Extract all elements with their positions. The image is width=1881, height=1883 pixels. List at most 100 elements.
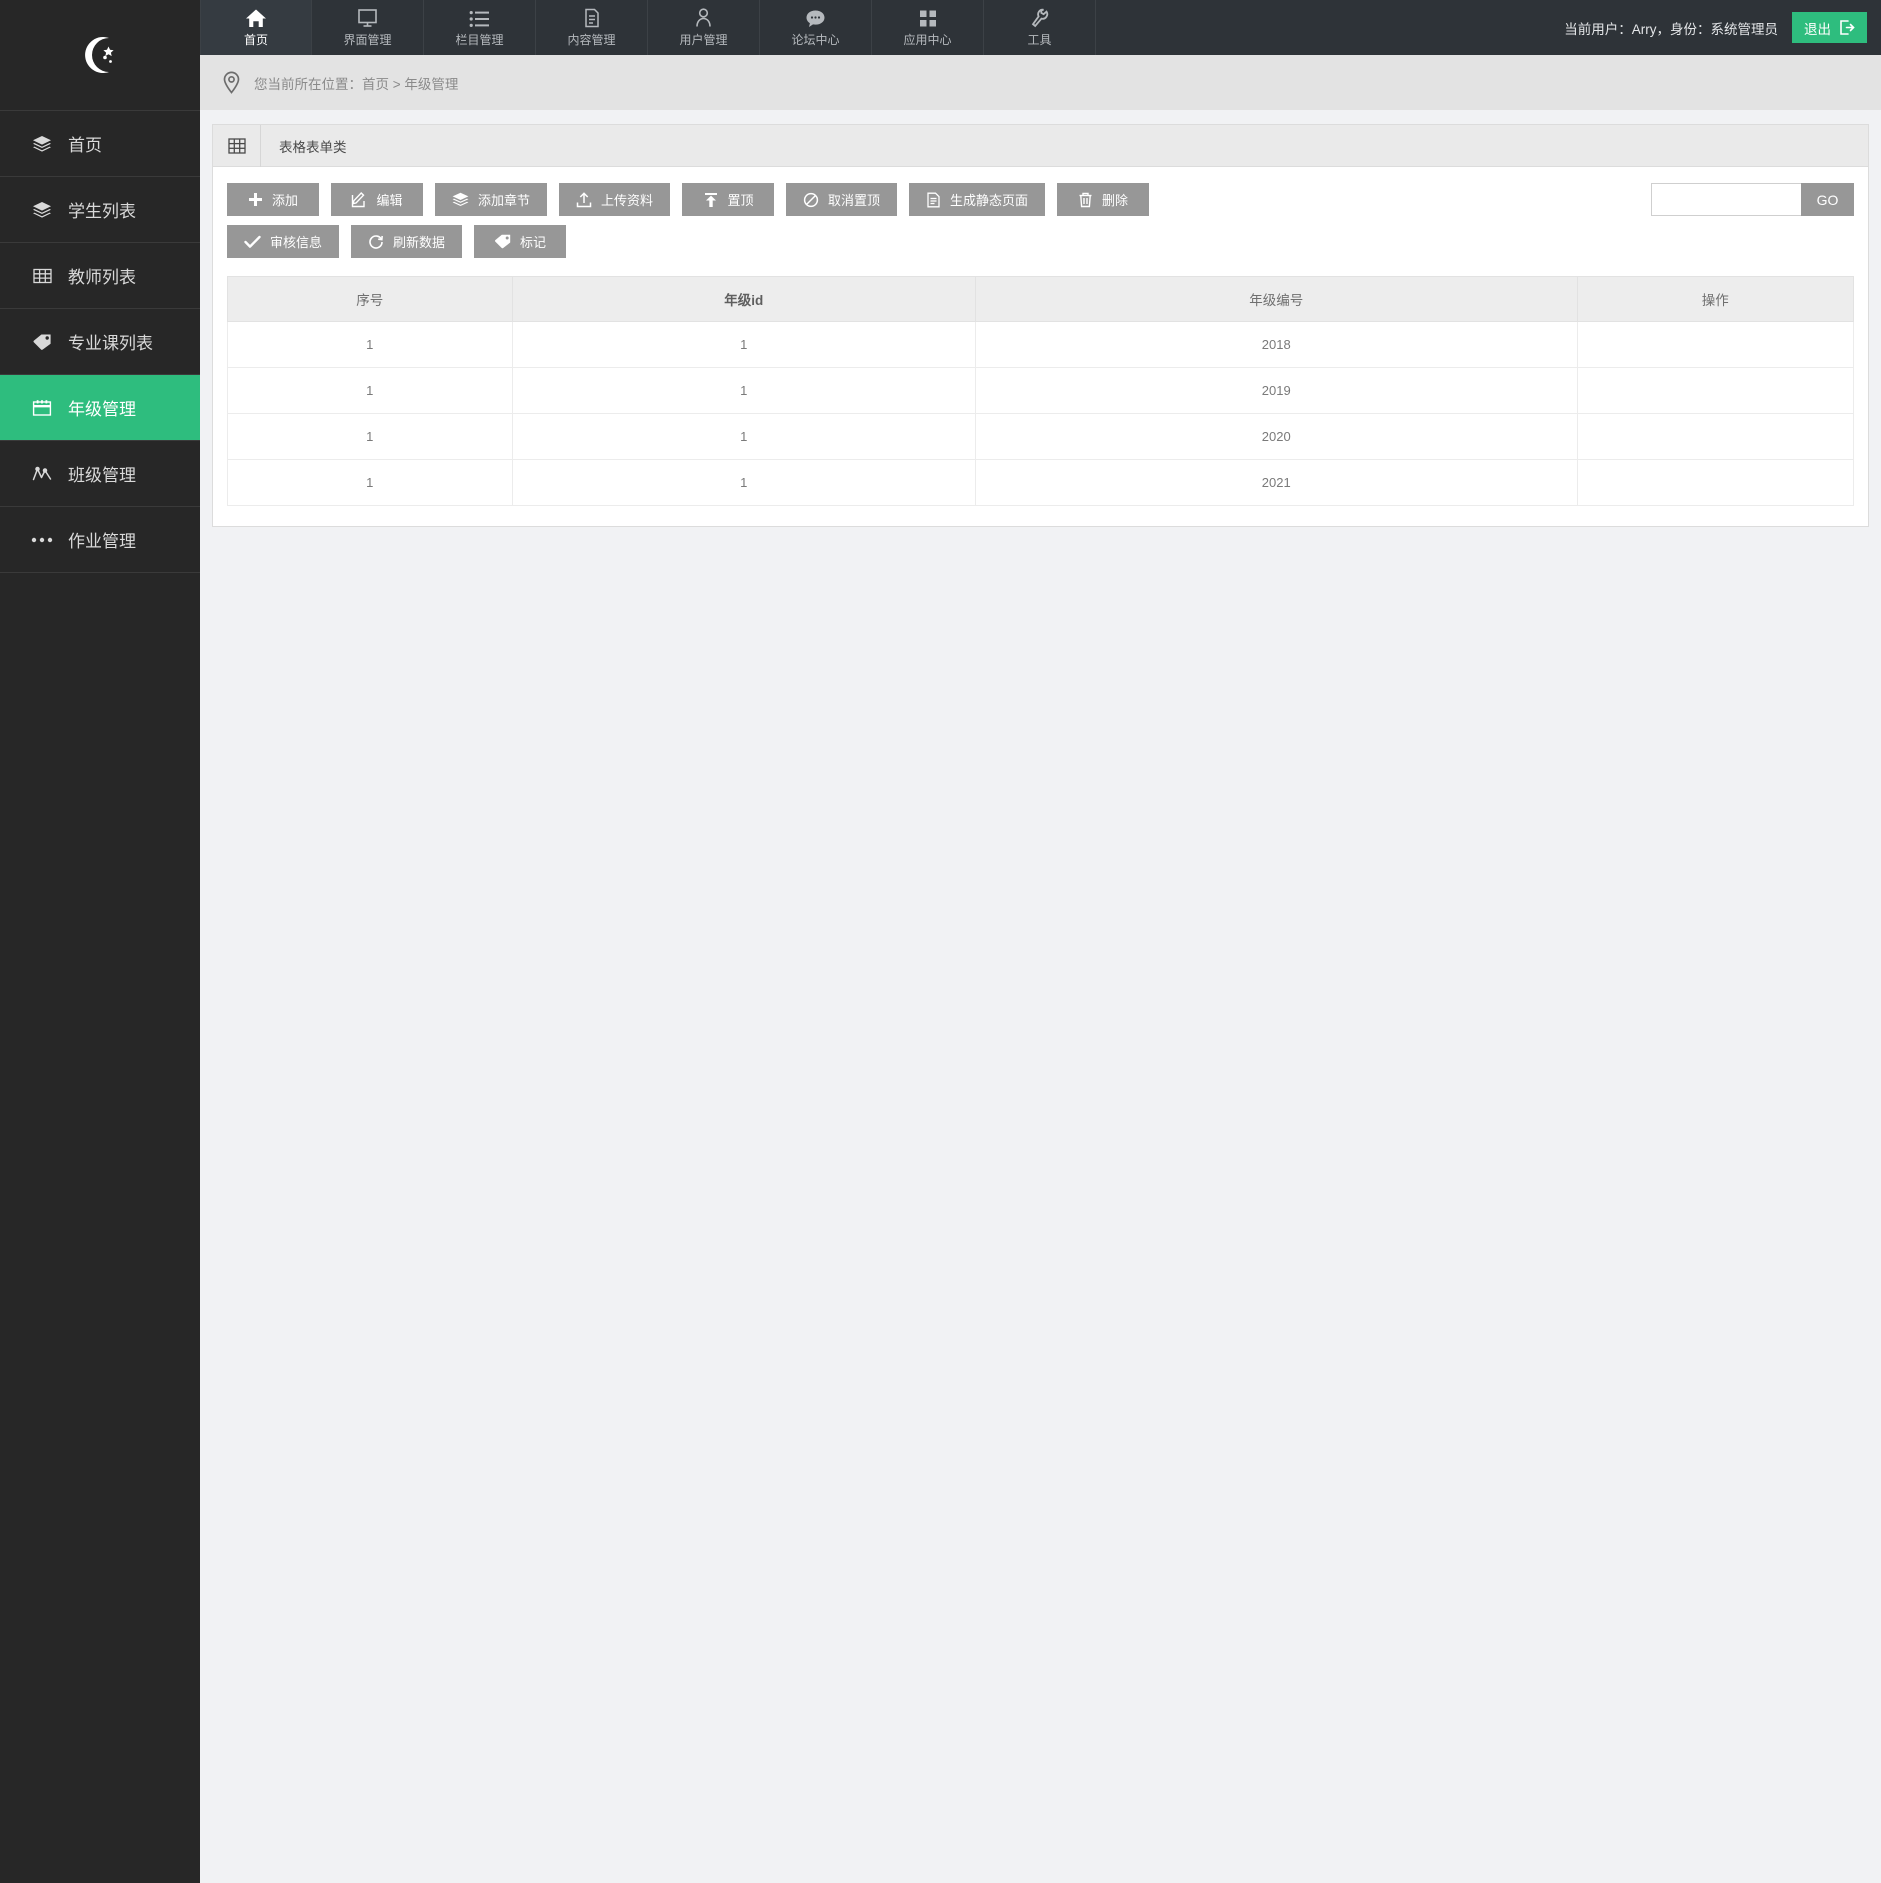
cell-seq: 1: [227, 459, 513, 506]
admin-page: 首页 学生列表 教师列表 专业课列表 年级管理 班级管理 作业管理 首页 界面管…: [0, 0, 1881, 1883]
top-tab-interface-management[interactable]: 界面管理: [312, 0, 424, 55]
delete-button[interactable]: 删除: [1057, 183, 1150, 216]
add-chapter-button-label: 添加章节: [478, 193, 531, 208]
sidebar-item-label: 专业课列表: [68, 334, 153, 353]
column-header-grade-id[interactable]: 年级id: [511, 276, 976, 322]
chart-line-icon: [29, 463, 55, 485]
top-tab-label: 首页: [243, 32, 268, 47]
add-chapter-button[interactable]: 添加章节: [435, 183, 548, 216]
sidebar-item-label: 学生列表: [68, 202, 136, 221]
tag-icon: [494, 234, 511, 249]
pin-top-button-label: 置顶: [727, 193, 754, 208]
top-tab-column-management[interactable]: 栏目管理: [424, 0, 536, 55]
cell-grade-id: 1: [511, 321, 976, 368]
column-header-seq[interactable]: 序号: [227, 276, 513, 322]
top-tab-label: 界面管理: [343, 32, 392, 47]
refresh-data-button[interactable]: 刷新数据: [351, 225, 463, 258]
wrench-icon: [1030, 8, 1049, 28]
table-row[interactable]: 1 1 2020: [227, 413, 1855, 460]
top-tab-forum-center[interactable]: 论坛中心: [760, 0, 872, 55]
search-go-button[interactable]: GO: [1801, 183, 1854, 216]
column-header-operation[interactable]: 操作: [1576, 276, 1855, 322]
mark-button-label: 标记: [520, 235, 547, 250]
table-row[interactable]: 1 1 2021: [227, 459, 1855, 506]
logout-button[interactable]: 退出: [1792, 12, 1867, 43]
breadcrumb: 您当前所在位置：首页 > 年级管理: [200, 55, 1881, 110]
cell-seq: 1: [227, 367, 513, 414]
logo[interactable]: [0, 0, 200, 110]
cell-seq: 1: [227, 321, 513, 368]
cell-operation[interactable]: [1576, 321, 1855, 368]
sidebar-item-homework-management[interactable]: 作业管理: [0, 507, 200, 573]
top-tab-label: 栏目管理: [455, 32, 504, 47]
top-tab-label: 应用中心: [903, 32, 952, 47]
breadcrumb-text: 您当前所在位置：首页 > 年级管理: [254, 76, 459, 92]
mark-button[interactable]: 标记: [474, 225, 567, 258]
table-header-row: 序号 年级id 年级编号 操作: [227, 276, 1855, 322]
sidebar-item-label: 班级管理: [68, 466, 136, 485]
panel-title: 表格表单类: [279, 139, 347, 155]
panel-body: 添加 编辑 添加章节 上传资料 置顶 取消置顶 生成静态页面 删除 审核信息 刷…: [213, 167, 1868, 526]
column-header-grade-no[interactable]: 年级编号: [974, 276, 1578, 322]
search-input[interactable]: [1651, 183, 1801, 216]
document-icon: [583, 8, 601, 28]
upload-material-button-label: 上传资料: [601, 193, 654, 208]
monitor-icon: [357, 8, 378, 28]
add-button[interactable]: 添加: [227, 183, 319, 216]
top-tab-tools[interactable]: 工具: [984, 0, 1096, 55]
table-head: 序号 年级id 年级编号 操作: [227, 276, 1855, 322]
sidebar-item-major-course-list[interactable]: 专业课列表: [0, 309, 200, 375]
top-tab-home[interactable]: 首页: [200, 0, 312, 55]
logout-label: 退出: [1804, 21, 1831, 37]
grade-panel: 表格表单类 添加 编辑 添加章节 上传资料 置顶 取消置顶 生成静态页面 删除 …: [212, 124, 1869, 527]
cell-operation[interactable]: [1576, 413, 1855, 460]
map-pin-icon: [222, 71, 241, 94]
table-icon: [213, 124, 261, 167]
grade-table: 序号 年级id 年级编号 操作 1 1 2018 1 1 2019 1 1 20…: [227, 276, 1855, 506]
sidebar-item-class-management[interactable]: 班级管理: [0, 441, 200, 507]
upload-material-button[interactable]: 上传资料: [559, 183, 671, 216]
table-body: 1 1 2018 1 1 2019 1 1 2020 1 1 2021: [227, 321, 1855, 506]
top-tab-content-management[interactable]: 内容管理: [536, 0, 648, 55]
sidebar-item-label: 年级管理: [68, 400, 136, 419]
table-row[interactable]: 1 1 2019: [227, 367, 1855, 414]
sidebar-item-label: 教师列表: [68, 268, 136, 287]
edit-button[interactable]: 编辑: [331, 183, 423, 216]
page-icon: [926, 192, 941, 208]
search-area: GO: [1651, 183, 1854, 216]
cell-grade-no: 2018: [974, 321, 1578, 368]
top-tab-user-management[interactable]: 用户管理: [648, 0, 760, 55]
generate-static-page-button-label: 生成静态页面: [950, 193, 1029, 208]
top-tab-label: 论坛中心: [791, 32, 840, 47]
topbar-right: 当前用户：Arry，身份：系统管理员 退出: [1564, 0, 1881, 55]
trash-icon: [1078, 192, 1093, 208]
pin-top-button[interactable]: 置顶: [682, 183, 775, 216]
layers-icon: [452, 192, 469, 207]
unpin-top-button-label: 取消置顶: [828, 193, 881, 208]
top-tab-app-center[interactable]: 应用中心: [872, 0, 984, 55]
audit-info-button[interactable]: 审核信息: [227, 225, 340, 258]
top-tab-label: 工具: [1027, 32, 1052, 47]
cell-operation[interactable]: [1576, 367, 1855, 414]
generate-static-page-button[interactable]: 生成静态页面: [909, 183, 1046, 216]
top-tab-label: 内容管理: [567, 32, 616, 47]
calendar-icon: [29, 397, 55, 419]
cell-grade-id: 1: [511, 413, 976, 460]
main-content: 表格表单类 添加 编辑 添加章节 上传资料 置顶 取消置顶 生成静态页面 删除 …: [200, 110, 1881, 1883]
cell-operation[interactable]: [1576, 459, 1855, 506]
unpin-top-button[interactable]: 取消置顶: [786, 183, 898, 216]
cell-grade-no: 2020: [974, 413, 1578, 460]
plus-icon: [248, 192, 263, 207]
sidebar-item-teacher-list[interactable]: 教师列表: [0, 243, 200, 309]
top-tab-label: 用户管理: [679, 32, 728, 47]
sidebar-item-home[interactable]: 首页: [0, 111, 200, 177]
arrow-up-top-icon: [703, 192, 719, 208]
list-icon: [469, 8, 490, 28]
sidebar-item-student-list[interactable]: 学生列表: [0, 177, 200, 243]
edit-button-label: 编辑: [376, 193, 403, 208]
refresh-icon: [368, 234, 384, 250]
sidebar-item-grade-management[interactable]: 年级管理: [0, 375, 200, 441]
table-row[interactable]: 1 1 2018: [227, 321, 1855, 368]
sidebar-nav: 首页 学生列表 教师列表 专业课列表 年级管理 班级管理 作业管理: [0, 110, 200, 573]
sidebar: 首页 学生列表 教师列表 专业课列表 年级管理 班级管理 作业管理: [0, 0, 200, 1883]
